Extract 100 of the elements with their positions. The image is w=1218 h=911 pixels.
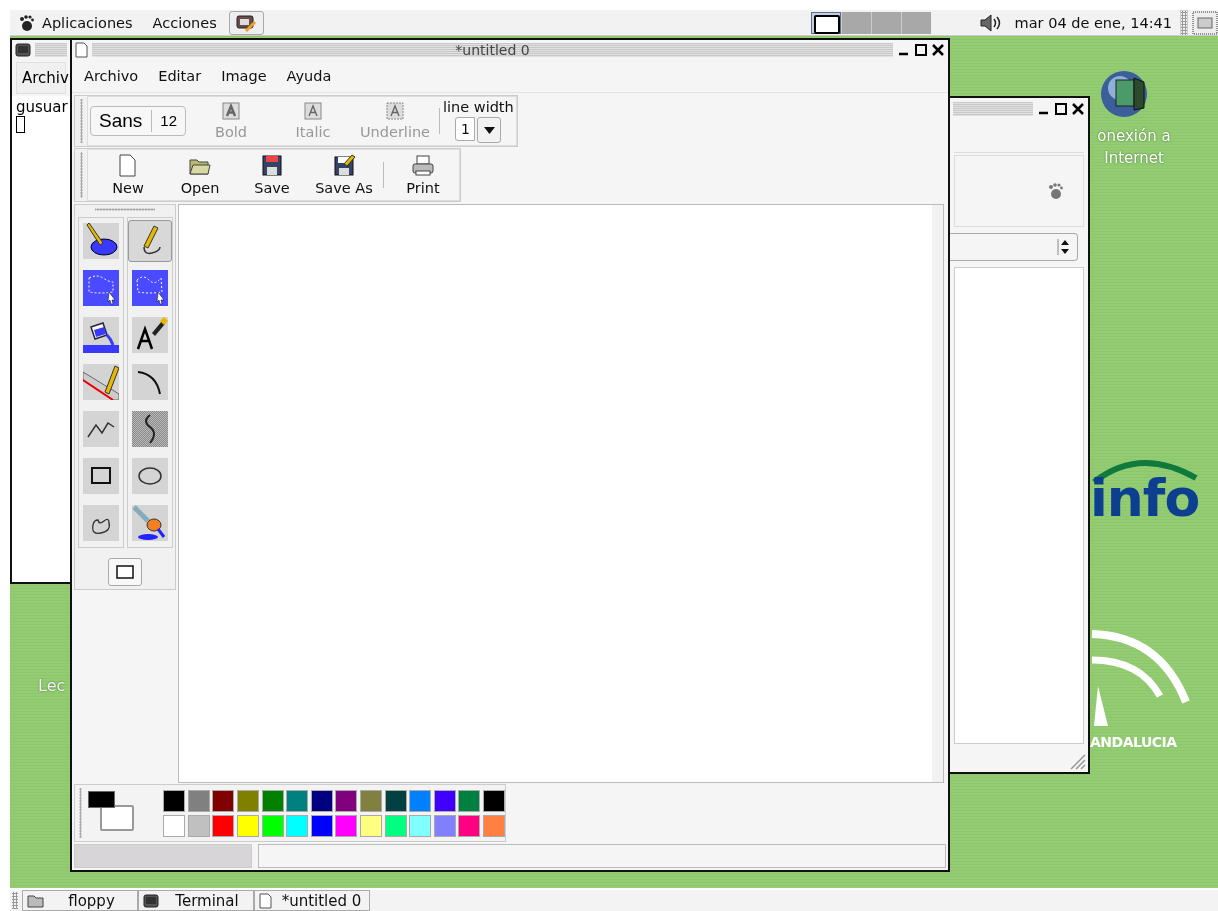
toolbar-button[interactable]: Save As xyxy=(308,154,380,196)
title-bar[interactable]: *untitled 0 xyxy=(92,43,893,57)
color-swatch[interactable] xyxy=(163,789,186,812)
workspace-button[interactable] xyxy=(810,11,841,34)
tray-icon[interactable] xyxy=(1192,10,1218,35)
format-icon xyxy=(304,102,322,120)
floppy-pencil-icon xyxy=(332,154,356,178)
paintbrush-icon xyxy=(132,505,168,541)
foot-icon xyxy=(18,13,34,32)
panel-menu[interactable]: Aplicaciones xyxy=(42,14,133,31)
launcher-button[interactable] xyxy=(228,10,264,35)
color-swatch[interactable] xyxy=(212,814,235,837)
maximize-button[interactable] xyxy=(914,43,928,57)
menu-item[interactable]: Image xyxy=(215,68,273,84)
color-swatch[interactable] xyxy=(433,814,456,837)
pencil-blob-icon xyxy=(83,223,119,259)
panel-handle[interactable] xyxy=(1180,9,1188,36)
color-swatch[interactable] xyxy=(483,789,505,812)
menu-item[interactable]: Archivo xyxy=(78,68,145,84)
taskbar-handle[interactable] xyxy=(12,892,18,909)
wallpaper-caption: ANDALUCIA xyxy=(1090,734,1177,750)
terminal-text: gusuar xyxy=(16,98,66,116)
color-swatch[interactable] xyxy=(483,814,505,837)
color-swatch[interactable] xyxy=(261,814,284,837)
color-swatch[interactable] xyxy=(310,814,333,837)
color-swatch[interactable] xyxy=(261,789,284,812)
foreground-color-swatch[interactable] xyxy=(88,791,116,808)
line-width-field[interactable]: 1 xyxy=(455,117,476,141)
color-swatch[interactable] xyxy=(458,814,481,837)
task-button[interactable]: Terminal xyxy=(138,890,254,911)
ruler-pencil-icon xyxy=(83,364,119,400)
color-swatch[interactable] xyxy=(163,814,186,837)
color-swatch[interactable] xyxy=(335,814,358,837)
menu-item[interactable]: Editar xyxy=(152,68,208,84)
color-swatch[interactable] xyxy=(384,814,407,837)
monitor-pencil-icon xyxy=(235,13,258,32)
curve-icon xyxy=(132,364,168,400)
format-icon xyxy=(222,102,240,120)
maximize-button[interactable] xyxy=(1054,102,1068,116)
caret-icon xyxy=(483,126,495,134)
terminal-area[interactable]: gusuar xyxy=(12,96,70,582)
toolbar-button[interactable]: New xyxy=(92,154,164,196)
task-button[interactable]: *untitled 0 xyxy=(254,890,370,911)
color-swatch[interactable] xyxy=(384,789,407,812)
floppy-icon xyxy=(260,154,284,178)
color-swatch[interactable] xyxy=(433,789,456,812)
blob-outline-icon xyxy=(83,505,119,541)
color-swatch[interactable] xyxy=(212,789,235,812)
dropdown-button[interactable] xyxy=(477,117,502,143)
document-icon xyxy=(259,892,272,909)
color-swatch[interactable] xyxy=(409,789,432,812)
line-width-label: line width xyxy=(443,99,514,115)
pen-nib-icon xyxy=(132,317,168,353)
wave-icon xyxy=(132,411,168,447)
font-name: Sans xyxy=(99,110,143,132)
lasso-selection-icon xyxy=(132,270,168,306)
toolbar-handle[interactable] xyxy=(77,152,85,198)
toolbar-button[interactable]: Save xyxy=(236,154,308,196)
color-swatch[interactable] xyxy=(286,814,309,837)
color-swatch[interactable] xyxy=(360,789,383,812)
folder-icon xyxy=(27,893,44,908)
fill-mode-button[interactable] xyxy=(108,558,142,586)
close-button[interactable] xyxy=(931,43,945,57)
rectangle-icon xyxy=(116,565,134,579)
combo-field[interactable] xyxy=(950,233,1078,261)
text-cursor xyxy=(16,116,25,133)
scroll-track[interactable] xyxy=(932,205,943,782)
color-swatch[interactable] xyxy=(237,814,260,837)
toolbar-handle[interactable] xyxy=(77,788,85,838)
color-swatch[interactable] xyxy=(409,814,432,837)
background-color-swatch[interactable] xyxy=(100,805,135,831)
color-swatch[interactable] xyxy=(335,789,358,812)
font-button[interactable]: Sans 12 xyxy=(90,106,186,136)
menu-item[interactable]: Archiv xyxy=(22,69,69,87)
color-swatch[interactable] xyxy=(187,814,210,837)
dashed-selection-icon xyxy=(83,270,119,306)
close-button[interactable] xyxy=(1071,102,1085,116)
terminal-icon xyxy=(15,43,31,57)
format-icon xyxy=(386,102,404,120)
printer-icon xyxy=(411,154,435,178)
panel-menu[interactable]: Acciones xyxy=(152,14,217,31)
clock[interactable]: mar 04 de ene, 14:41 xyxy=(1014,14,1172,31)
color-swatch[interactable] xyxy=(458,789,481,812)
toolbar-handle[interactable] xyxy=(77,99,85,143)
toolbar-button[interactable]: Open xyxy=(164,154,236,196)
toolbar-button[interactable]: Print xyxy=(387,154,459,196)
color-swatch[interactable] xyxy=(310,789,333,812)
task-button[interactable]: floppy xyxy=(22,890,138,911)
window-title: *untitled 0 xyxy=(455,43,530,57)
color-swatch[interactable] xyxy=(187,789,210,812)
zigzag-icon xyxy=(83,411,119,447)
color-swatch[interactable] xyxy=(237,789,260,812)
menu-item[interactable]: Ayuda xyxy=(280,68,338,84)
rectangle-icon xyxy=(83,458,119,494)
terminal-icon xyxy=(143,893,159,908)
color-swatch[interactable] xyxy=(286,789,309,812)
color-swatch[interactable] xyxy=(360,814,383,837)
foot-icon xyxy=(1047,182,1063,200)
wallpaper-logo-text: info xyxy=(1090,468,1200,528)
volume-icon[interactable] xyxy=(978,12,1003,33)
